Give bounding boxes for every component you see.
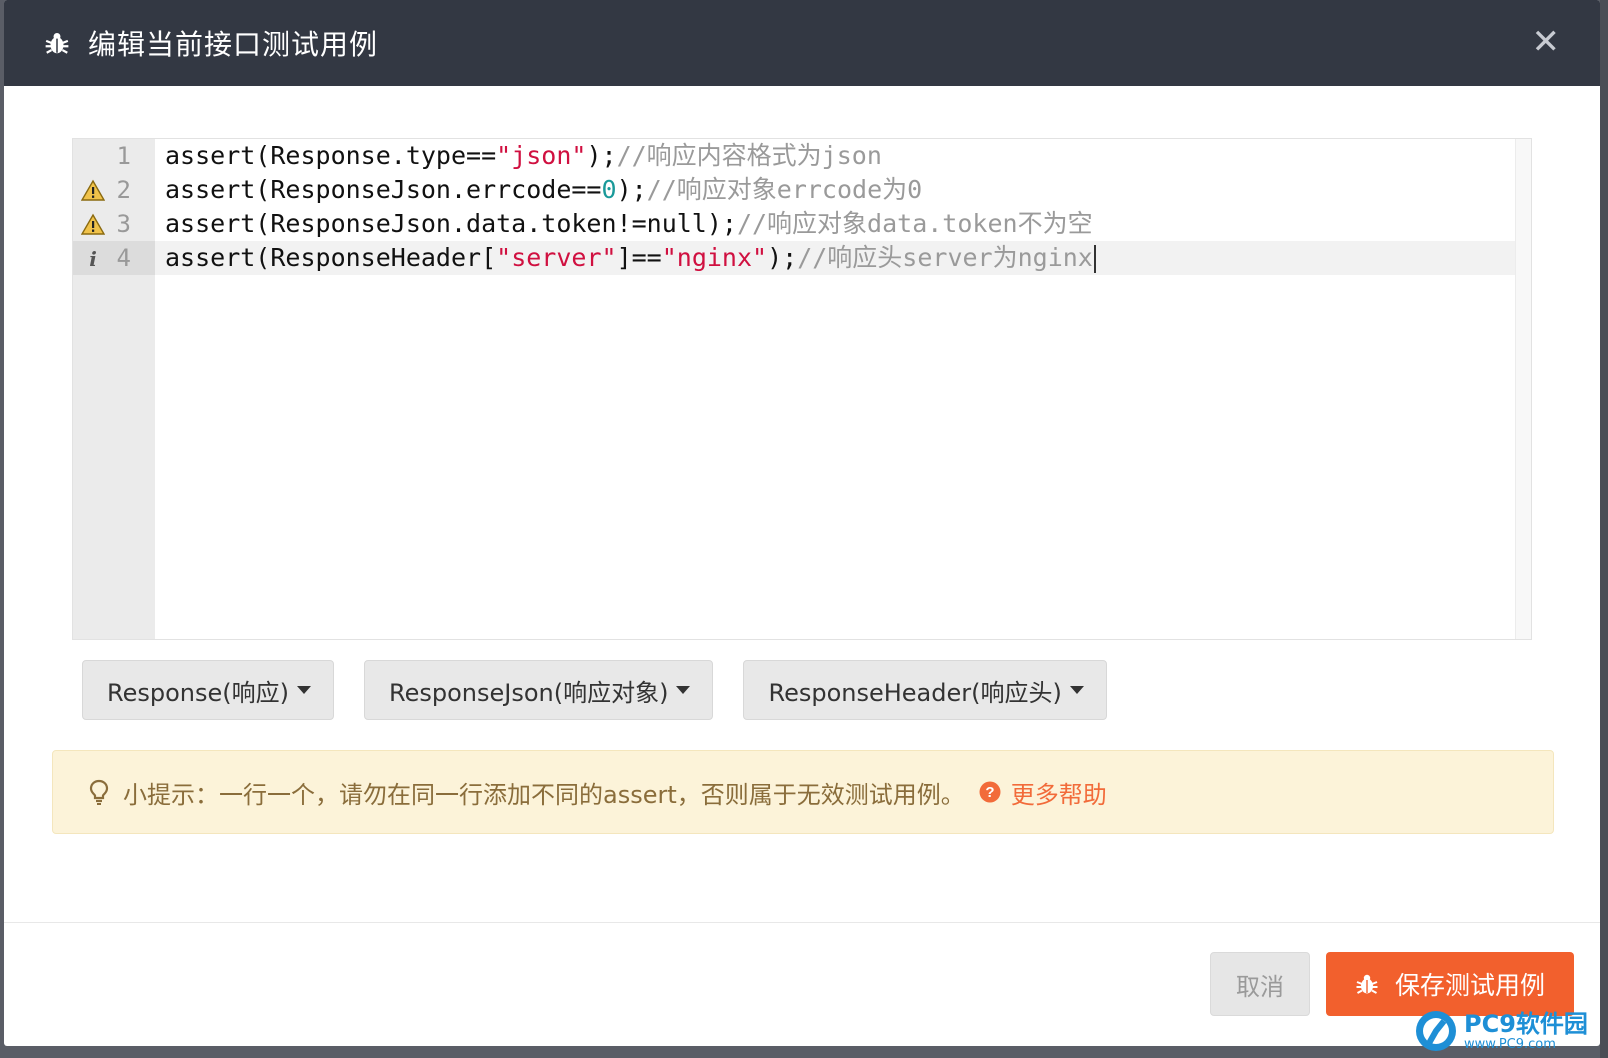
code-token: assert(ResponseJson.data.token!=null); (165, 209, 737, 238)
dropdown-label: Response(响应) (107, 678, 289, 707)
code-token: ); (586, 141, 617, 170)
code-line[interactable]: assert(ResponseJson.errcode==0);//响应对象er… (155, 173, 1515, 207)
code-token: "nginx" (661, 243, 768, 272)
info-icon[interactable]: i (81, 246, 105, 271)
line-number-gutter: 123i4 (73, 139, 155, 639)
line-number-text: 3 (116, 210, 131, 238)
text-cursor (1093, 245, 1096, 273)
svg-text:?: ? (985, 784, 994, 801)
code-token: //响应内容格式为json (616, 141, 882, 170)
caret-down-icon (297, 686, 311, 694)
tip-alert: 小提示：一行一个，请勿在同一行添加不同的assert，否则属于无效测试用例。 ?… (52, 750, 1554, 834)
code-token: ]== (616, 243, 662, 272)
code-token: assert(ResponseHeader[ (165, 243, 497, 272)
code-token: ); (767, 243, 798, 272)
tip-text: 小提示：一行一个，请勿在同一行添加不同的assert，否则属于无效测试用例。 (123, 780, 965, 809)
line-number-text: 2 (116, 176, 131, 204)
watermark-url: www.PC9.com (1464, 1036, 1556, 1052)
code-token: 0 (601, 175, 617, 204)
line-number: 1 (73, 139, 155, 173)
warning-icon[interactable] (80, 212, 106, 236)
cancel-button[interactable]: 取消 (1210, 952, 1310, 1016)
response-json-dropdown-button[interactable]: ResponseJson(响应对象) (364, 660, 714, 720)
code-token: assert(Response.type== (165, 141, 497, 170)
svg-text:i: i (89, 247, 97, 271)
code-area[interactable]: assert(Response.type=="json");//响应内容格式为j… (155, 139, 1515, 639)
bug-icon (45, 33, 69, 54)
dropdown-label: ResponseJson(响应对象) (389, 678, 669, 707)
line-number: 2 (73, 173, 155, 207)
response-header-dropdown-button[interactable]: ResponseHeader(响应头) (743, 660, 1107, 720)
code-line[interactable]: assert(ResponseJson.data.token!=null);//… (155, 207, 1515, 241)
modal-header: 编辑当前接口测试用例 ✕ (4, 0, 1600, 86)
line-number: i4 (73, 241, 155, 275)
save-test-case-button[interactable]: 保存测试用例 (1326, 952, 1574, 1016)
warning-icon[interactable] (80, 178, 106, 202)
footer-divider (4, 922, 1600, 923)
code-token: "json" (496, 141, 587, 170)
edit-test-case-modal: 编辑当前接口测试用例 ✕ 123i4 assert(Response.type=… (4, 0, 1600, 1046)
code-token: assert(ResponseJson.errcode== (165, 175, 602, 204)
code-token: //响应头server为nginx (797, 243, 1093, 272)
code-editor[interactable]: 123i4 assert(Response.type=="json");//响应… (72, 138, 1532, 640)
question-circle-icon: ? (979, 781, 1001, 803)
code-token: "server" (496, 243, 617, 272)
modal-title: 编辑当前接口测试用例 (88, 28, 379, 61)
caret-down-icon (676, 686, 691, 694)
save-button-label: 保存测试用例 (1394, 971, 1545, 1000)
code-token: ); (616, 175, 647, 204)
modal-backdrop (1600, 0, 1608, 1058)
caret-down-icon (1069, 686, 1084, 694)
bug-icon (1356, 974, 1378, 994)
line-number: 3 (73, 207, 155, 241)
code-token: //响应对象data.token不为空 (736, 209, 1093, 238)
lightbulb-icon (89, 779, 109, 805)
more-help-link[interactable]: ? 更多帮助 (979, 775, 1107, 810)
close-icon[interactable]: ✕ (1532, 24, 1561, 60)
response-dropdown-button[interactable]: Response(响应) (82, 660, 334, 720)
editor-scrollbar[interactable] (1515, 139, 1531, 639)
line-number-text: 1 (116, 142, 131, 170)
line-number-text: 4 (116, 244, 131, 272)
code-line[interactable]: assert(Response.type=="json");//响应内容格式为j… (155, 139, 1515, 173)
snippet-dropdown-row: Response(响应) ResponseJson(响应对象) Response… (82, 660, 1107, 720)
pc9-logo-icon (1416, 1011, 1456, 1051)
pc9-watermark: PC9软件园 www.PC9.com (1414, 1008, 1600, 1054)
code-line[interactable]: assert(ResponseHeader["server"]=="nginx"… (155, 241, 1515, 275)
watermark-brand: PC9软件园 (1464, 1009, 1588, 1038)
more-help-label: 更多帮助 (1010, 780, 1107, 809)
dropdown-label: ResponseHeader(响应头) (768, 678, 1062, 707)
code-token: //响应对象errcode为0 (646, 175, 923, 204)
